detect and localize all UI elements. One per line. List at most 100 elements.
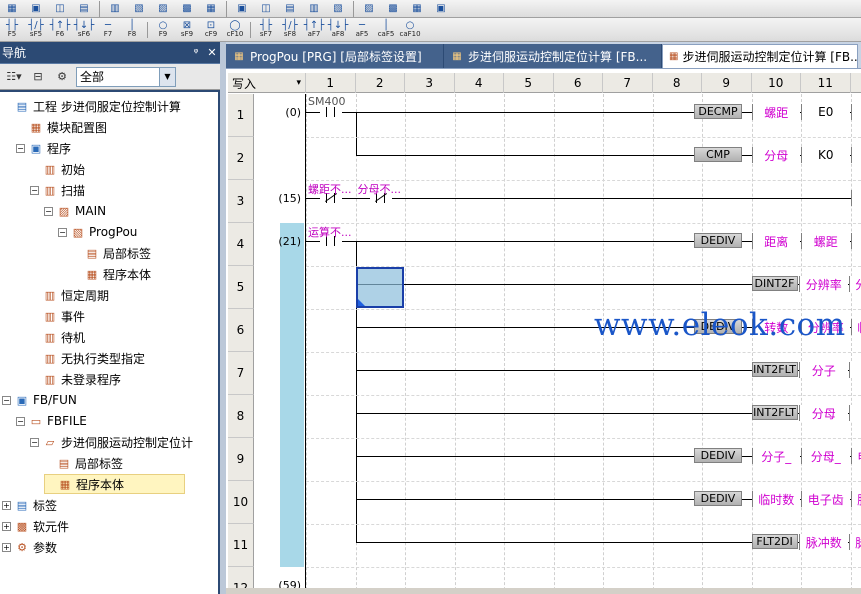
tree-item[interactable]: − ▥ 扫描 [30,180,85,200]
instruction-operand[interactable]: 螺距 [751,104,800,120]
tree-view-icon[interactable]: ☷▾ [2,67,26,87]
instruction-operand[interactable]: 脉冲数 [848,534,861,550]
tree-item[interactable]: − ▨ MAIN [44,201,106,221]
horizontal-scrollbar[interactable] [226,588,861,594]
ladder-tool-button[interactable]: ┤/├ sF8 [279,19,301,41]
collapse-icon[interactable]: − [30,185,39,195]
instruction-operand[interactable]: 分辨率 [799,276,848,292]
instruction-block[interactable]: DEDIV [694,448,742,463]
instruction-operand[interactable]: 分子_ [751,448,800,464]
instruction-operand[interactable]: 螺距 [801,233,850,249]
toolbar-button[interactable]: ◫ [49,1,71,17]
collapse-icon[interactable]: − [16,143,25,153]
tree-item[interactable]: ▥ 初始 [30,159,85,179]
instruction-block[interactable]: DINT2F [751,276,798,291]
toolbar-button[interactable]: ▨ [152,1,174,17]
editor-tab[interactable]: ▦ 步进伺服运动控制定位计算 [FB... [662,44,858,68]
ladder-tool-button[interactable]: ─ F7 [97,19,119,41]
chevron-down-icon[interactable]: ▾ [296,78,301,88]
tree-item[interactable]: ▥ 未登录程序 [30,369,121,389]
toolbar-button[interactable]: ▤ [73,1,95,17]
collapse-icon[interactable]: − [44,206,53,216]
ladder-tool-button[interactable]: ⊡ cF9 [200,19,222,41]
toolbar-button[interactable]: ▦ [200,1,222,17]
collapse-icon[interactable]: − [58,227,67,237]
instruction-operand[interactable]: 分母 [850,147,861,163]
expand-icon[interactable]: + [2,521,11,531]
instruction-block[interactable]: DECMP [694,104,742,119]
normally-open-contact[interactable] [320,107,342,117]
collapse-icon[interactable]: − [16,416,25,426]
tree-item[interactable]: + ▩ 软元件 [2,516,69,536]
ladder-tool-button[interactable]: ◯ cF10 [224,19,246,41]
tree-item[interactable]: ▦ 模块配置图 [16,117,107,137]
toolbar-button[interactable]: ▦ [406,1,428,17]
instruction-operand[interactable]: 分母 [848,405,861,421]
editor-tab[interactable]: ▦ ProgPou [PRG] [局部标签设置] [226,44,444,68]
editor-tab[interactable]: ▦ 步进伺服运动控制定位计算 [FB... [444,44,662,68]
tree-item[interactable]: ▦ 程序本体 [44,474,185,494]
toolbar-button[interactable]: ▦ [1,1,23,17]
tree-item[interactable]: ▥ 恒定周期 [30,285,109,305]
ladder-tool-button[interactable]: │ caF5 [375,19,397,41]
toolbar-button[interactable]: ▥ [104,1,126,17]
instruction-block[interactable]: INT2FLT [751,405,798,420]
ladder-tool-button[interactable]: ○ caF10 [399,19,421,41]
instruction-operand[interactable]: 脉冲数 [850,491,861,507]
expand-icon[interactable]: + [2,500,11,510]
instruction-operand[interactable]: 距离 [751,233,800,249]
instruction-operand[interactable]: K0 [801,147,850,163]
toolbar-button[interactable]: ▩ [382,1,404,17]
instruction-operand[interactable]: 临时数 [751,491,800,507]
instruction-operand[interactable]: 分母 [799,405,848,421]
ladder-tool-button[interactable]: ┤↑├ F6 [49,19,71,41]
tree-item[interactable]: − ▱ 步进伺服运动控制定位计 [30,432,193,452]
instruction-operand[interactable]: 分母 [751,147,800,163]
toolbar-button[interactable]: ▩ [176,1,198,17]
toolbar-button[interactable]: ▨ [358,1,380,17]
tree-item[interactable]: − ▣ FB/FUN [2,390,77,410]
tree-item[interactable]: − ▭ FBFILE [16,411,87,431]
chevron-down-icon[interactable]: ▼ [159,67,175,86]
tree-item[interactable]: ▤ 局部标签 [44,453,123,473]
instruction-operand[interactable]: 分辨率 [848,276,861,292]
ladder-cursor[interactable] [355,267,404,308]
instruction-operand[interactable]: 分子 [799,362,848,378]
ladder-tool-button[interactable]: ┤├ F5 [1,19,23,41]
instruction-block[interactable]: DEDIV [694,233,742,248]
tree-item[interactable]: ▥ 无执行类型指定 [30,348,145,368]
toolbar-button[interactable]: ▣ [430,1,452,17]
ladder-tool-button[interactable]: ⊠ sF9 [176,19,198,41]
instruction-block[interactable]: INT2FLT [751,362,798,377]
tree-item[interactable]: ▥ 事件 [30,306,85,326]
toolbar-button[interactable]: ▧ [128,1,150,17]
toolbar-button[interactable]: ◫ [255,1,277,17]
toolbar-button[interactable]: ▣ [231,1,253,17]
tree-item[interactable]: ▥ 待机 [30,327,85,347]
instruction-operand[interactable]: 转数 [850,233,861,249]
instruction-operand[interactable]: 螺距 [850,104,861,120]
close-icon[interactable]: ✕ [204,46,220,59]
ladder-canvas[interactable]: 写入▾1234567891011 1(0)SM400DECMP螺距E0螺距2CM… [226,69,861,594]
instruction-block[interactable]: FLT2DI [751,534,798,549]
gear-icon[interactable]: ⚙ [50,67,74,87]
tree-item[interactable]: − ▣ 程序 [16,138,71,158]
instruction-operand[interactable]: 脉冲数 [799,534,848,550]
tree-item[interactable]: ▤ 工程 步进伺服定位控制计算 [2,96,181,116]
instruction-operand[interactable]: 分子 [848,362,861,378]
instruction-operand[interactable]: 运算 [850,190,861,206]
pin-icon[interactable]: ᵠ [188,46,204,59]
toolbar-button[interactable]: ▣ [25,1,47,17]
toolbar-button[interactable]: ▤ [279,1,301,17]
ladder-tool-button[interactable]: │ F8 [121,19,143,41]
ladder-tool-button[interactable]: ┤├ sF7 [255,19,277,41]
collapse-icon[interactable]: ⊟ [26,67,50,87]
instruction-operand[interactable]: 电子齿 [850,448,861,464]
tree-item[interactable]: ▤ 局部标签 [72,243,151,263]
toolbar-button[interactable]: ▧ [327,1,349,17]
tree-item[interactable]: + ⚙ 参数 [2,537,57,557]
ladder-tool-button[interactable]: ─ aF5 [351,19,373,41]
nav-filter-select[interactable]: 全部 ▼ [76,66,176,87]
instruction-operand[interactable]: 电子齿 [801,491,850,507]
tree-item[interactable]: − ▧ ProgPou [58,222,137,242]
